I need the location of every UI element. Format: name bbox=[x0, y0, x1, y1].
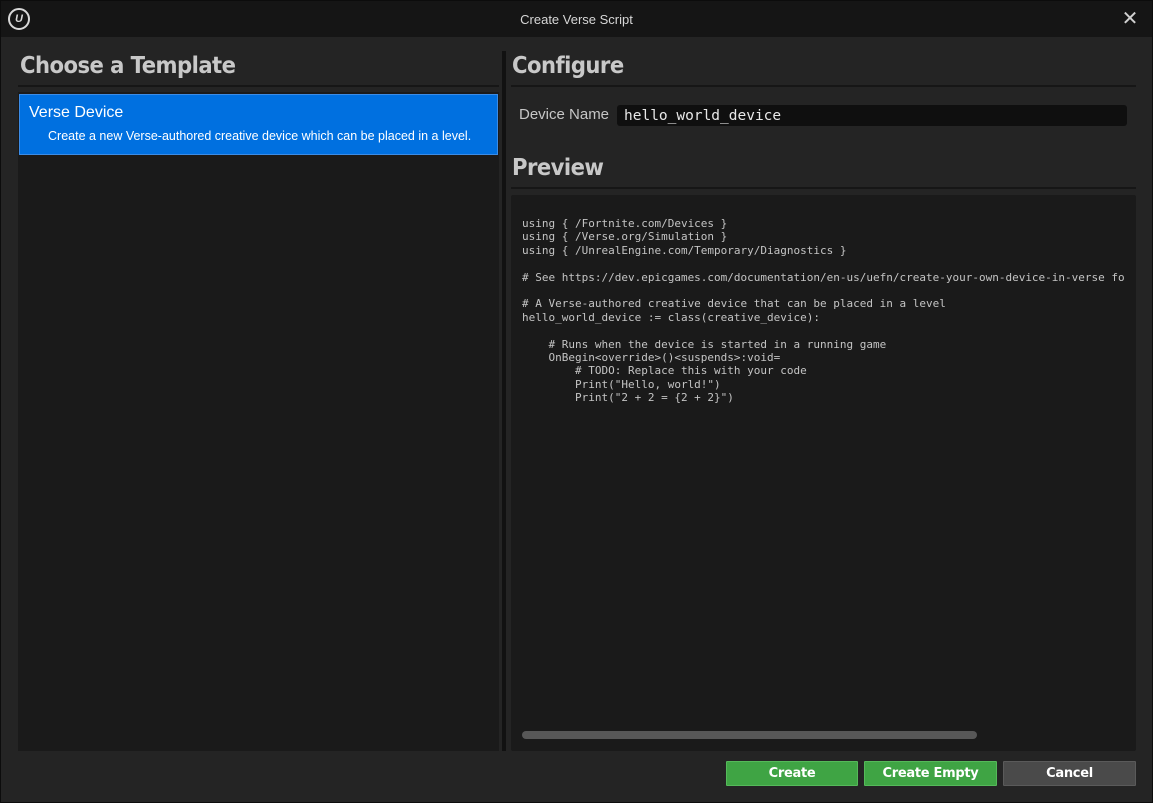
divider bbox=[511, 187, 1136, 189]
code-line: # A Verse-authored creative device that … bbox=[522, 297, 946, 311]
title-bar[interactable]: U Create Verse Script ✕ bbox=[1, 1, 1152, 37]
code-text: using { /Fortnite.com/Devices } using { … bbox=[522, 217, 1125, 405]
code-line: Print("Hello, world!") bbox=[522, 377, 721, 391]
configure-panel: Configure Device Name Preview using { /F… bbox=[511, 51, 1136, 751]
template-list: Verse Device Create a new Verse-authored… bbox=[18, 92, 499, 751]
create-verse-script-dialog: U Create Verse Script ✕ Choose a Templat… bbox=[0, 0, 1153, 803]
template-name: Verse Device bbox=[29, 104, 124, 121]
choose-template-heading: Choose a Template bbox=[20, 53, 236, 79]
code-preview[interactable]: using { /Fortnite.com/Devices } using { … bbox=[511, 195, 1136, 751]
panel-splitter[interactable] bbox=[502, 51, 506, 751]
template-item-verse-device[interactable]: Verse Device Create a new Verse-authored… bbox=[19, 94, 498, 155]
code-line: using { /Fortnite.com/Devices } bbox=[522, 217, 728, 230]
code-line: using { /UnrealEngine.com/Temporary/Diag… bbox=[522, 243, 847, 257]
code-line: Print("2 + 2 = {2 + 2}") bbox=[522, 391, 734, 405]
code-line: # See https://dev.epicgames.com/document… bbox=[522, 270, 1125, 284]
code-line: using { /Verse.org/Simulation } bbox=[522, 230, 728, 244]
preview-heading: Preview bbox=[512, 155, 604, 181]
code-line: # Runs when the device is started in a r… bbox=[522, 337, 887, 351]
cancel-button[interactable]: Cancel bbox=[1003, 761, 1136, 786]
code-line: OnBegin<override>()<suspends>:void= bbox=[522, 351, 781, 365]
code-line: hello_world_device := class(creative_dev… bbox=[522, 310, 821, 324]
device-name-label: Device Name bbox=[519, 106, 610, 123]
code-line: # TODO: Replace this with your code bbox=[522, 364, 807, 378]
template-panel: Choose a Template Verse Device Create a … bbox=[18, 51, 499, 751]
close-icon[interactable]: ✕ bbox=[1120, 9, 1140, 29]
create-empty-button[interactable]: Create Empty bbox=[864, 761, 997, 786]
create-button[interactable]: Create bbox=[726, 761, 858, 786]
horizontal-scrollbar[interactable] bbox=[522, 731, 977, 739]
configure-heading: Configure bbox=[512, 53, 624, 79]
divider bbox=[18, 85, 499, 87]
template-description: Create a new Verse-authored creative dev… bbox=[48, 129, 472, 143]
device-name-input[interactable] bbox=[617, 105, 1127, 126]
window-title: Create Verse Script bbox=[520, 12, 633, 27]
divider bbox=[511, 85, 1136, 87]
